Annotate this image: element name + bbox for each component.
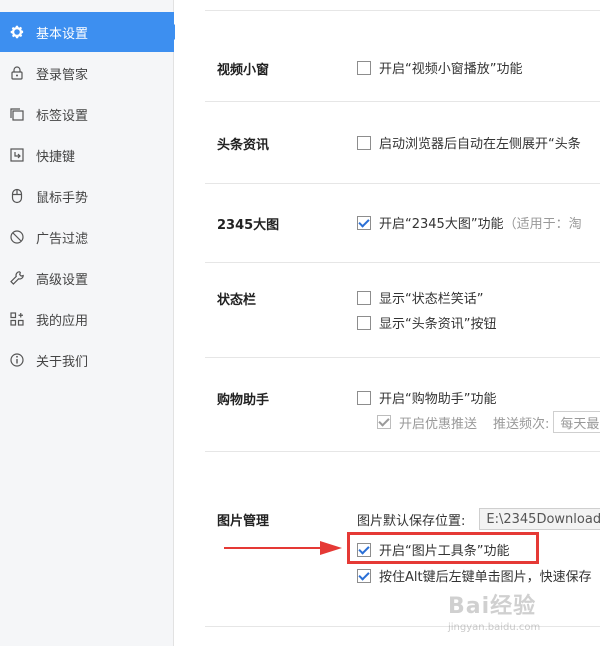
- section-title-headline-news: 头条资讯: [217, 138, 270, 153]
- section-divider: [205, 101, 600, 102]
- option-label: 显示“状态栏笑话”: [379, 292, 484, 307]
- status-bar-jokes-option[interactable]: 显示“状态栏笑话”: [357, 288, 483, 307]
- sidebar-item-login-manager[interactable]: 登录管家: [0, 53, 174, 93]
- section-title-status-bar: 状态栏: [217, 293, 257, 308]
- sidebar-item-advanced-settings[interactable]: 高级设置: [0, 258, 174, 298]
- sidebar-item-about-us[interactable]: 关于我们: [0, 340, 174, 380]
- baidu-jingyan-watermark: Bai经验 jingyan.baidu.com: [448, 588, 598, 638]
- section-title-video-window: 视频小窗: [217, 63, 270, 78]
- shopping-assistant-option[interactable]: 开启“购物助手”功能: [357, 388, 496, 407]
- section-title-image-management: 图片管理: [217, 514, 270, 529]
- keyboard-icon: [8, 146, 26, 164]
- section-divider: [205, 357, 600, 358]
- option-label: 显示“头条资讯”按钮: [379, 317, 497, 332]
- bigpic-option[interactable]: 开启“2345大图”功能 （适用于：淘: [357, 213, 582, 232]
- sidebar-item-ad-filter[interactable]: 广告过滤: [0, 217, 174, 257]
- video-window-checkbox[interactable]: [357, 60, 371, 75]
- sidebar-item-tab-settings[interactable]: 标签设置: [0, 94, 174, 134]
- sidebar-item-label: 广告过滤: [36, 231, 89, 247]
- section-divider: [205, 262, 600, 263]
- save-location-label: 图片默认保存位置:: [357, 513, 466, 529]
- section-title-shopping-assistant: 购物助手: [217, 393, 270, 408]
- option-note: （适用于：淘: [503, 217, 582, 232]
- option-label: 开启优惠推送: [399, 416, 478, 432]
- sidebar-item-label: 快捷键: [36, 149, 76, 165]
- sidebar-item-my-apps[interactable]: 我的应用: [0, 299, 174, 339]
- option-label: 开启“2345大图”功能: [379, 217, 504, 232]
- gear-icon: [8, 23, 26, 41]
- red-arrow-icon: [224, 541, 342, 555]
- section-divider: [205, 183, 600, 184]
- deal-push-checkbox[interactable]: [377, 415, 391, 429]
- section-divider: [205, 451, 600, 452]
- status-bar-jokes-checkbox[interactable]: [357, 290, 371, 305]
- option-label: 开启“购物助手”功能: [379, 392, 497, 407]
- sidebar-item-label: 我的应用: [36, 313, 89, 329]
- option-label: 按住Alt键后左键单击图片，快速保存: [379, 570, 592, 585]
- status-bar-news-button-checkbox[interactable]: [357, 315, 371, 330]
- lock-icon: [8, 64, 26, 82]
- wrench-icon: [8, 269, 26, 287]
- sidebar-item-shortcuts[interactable]: 快捷键: [0, 135, 174, 175]
- apps-icon: [8, 310, 26, 328]
- sidebar-item-basic-settings[interactable]: 基本设置: [0, 12, 182, 52]
- settings-sidebar: 基本设置 登录管家 标签设置 快捷键 鼠标手势 广告过滤 高级设置 我的应用 关…: [0, 0, 182, 646]
- sidebar-item-label: 高级设置: [36, 272, 89, 288]
- sidebar-item-label: 关于我们: [36, 354, 89, 370]
- image-save-location-row: 图片默认保存位置: E:\2345Downloads: [357, 508, 600, 530]
- bigpic-checkbox[interactable]: [357, 215, 371, 230]
- save-location-field[interactable]: E:\2345Downloads: [479, 508, 600, 530]
- sidebar-item-label: 基本设置: [36, 26, 89, 42]
- sidebar-item-mouse-gestures[interactable]: 鼠标手势: [0, 176, 174, 216]
- headline-news-option[interactable]: 启动浏览器后自动在左侧展开“头条: [357, 133, 581, 152]
- sidebar-item-label: 登录管家: [36, 67, 89, 83]
- video-window-option[interactable]: 开启“视频小窗播放”功能: [357, 58, 522, 77]
- section-title-2345-bigpic: 2345大图: [217, 218, 280, 233]
- deal-push-option[interactable]: 开启优惠推送 推送频次: 每天最: [377, 411, 600, 433]
- block-icon: [8, 228, 26, 246]
- push-frequency-select[interactable]: 每天最: [553, 411, 600, 433]
- sidebar-item-label: 标签设置: [36, 108, 89, 124]
- mouse-icon: [8, 187, 26, 205]
- tabs-icon: [8, 105, 26, 123]
- option-label: 开启“视频小窗播放”功能: [379, 62, 523, 77]
- headline-news-checkbox[interactable]: [357, 135, 371, 150]
- alt-click-save-checkbox[interactable]: [357, 568, 371, 583]
- sidebar-item-label: 鼠标手势: [36, 190, 89, 206]
- section-divider: [205, 10, 600, 11]
- status-bar-news-button-option[interactable]: 显示“头条资讯”按钮: [357, 313, 496, 332]
- option-label: 启动浏览器后自动在左侧展开“头条: [379, 137, 581, 152]
- alt-click-save-option[interactable]: 按住Alt键后左键单击图片，快速保存: [357, 566, 592, 585]
- info-icon: [8, 351, 26, 369]
- push-frequency-label: 推送频次:: [493, 416, 550, 432]
- watermark-sub: jingyan.baidu.com: [448, 622, 541, 633]
- highlight-box: [347, 532, 539, 564]
- watermark-main: Bai经验: [448, 594, 537, 619]
- shopping-assistant-checkbox[interactable]: [357, 390, 371, 405]
